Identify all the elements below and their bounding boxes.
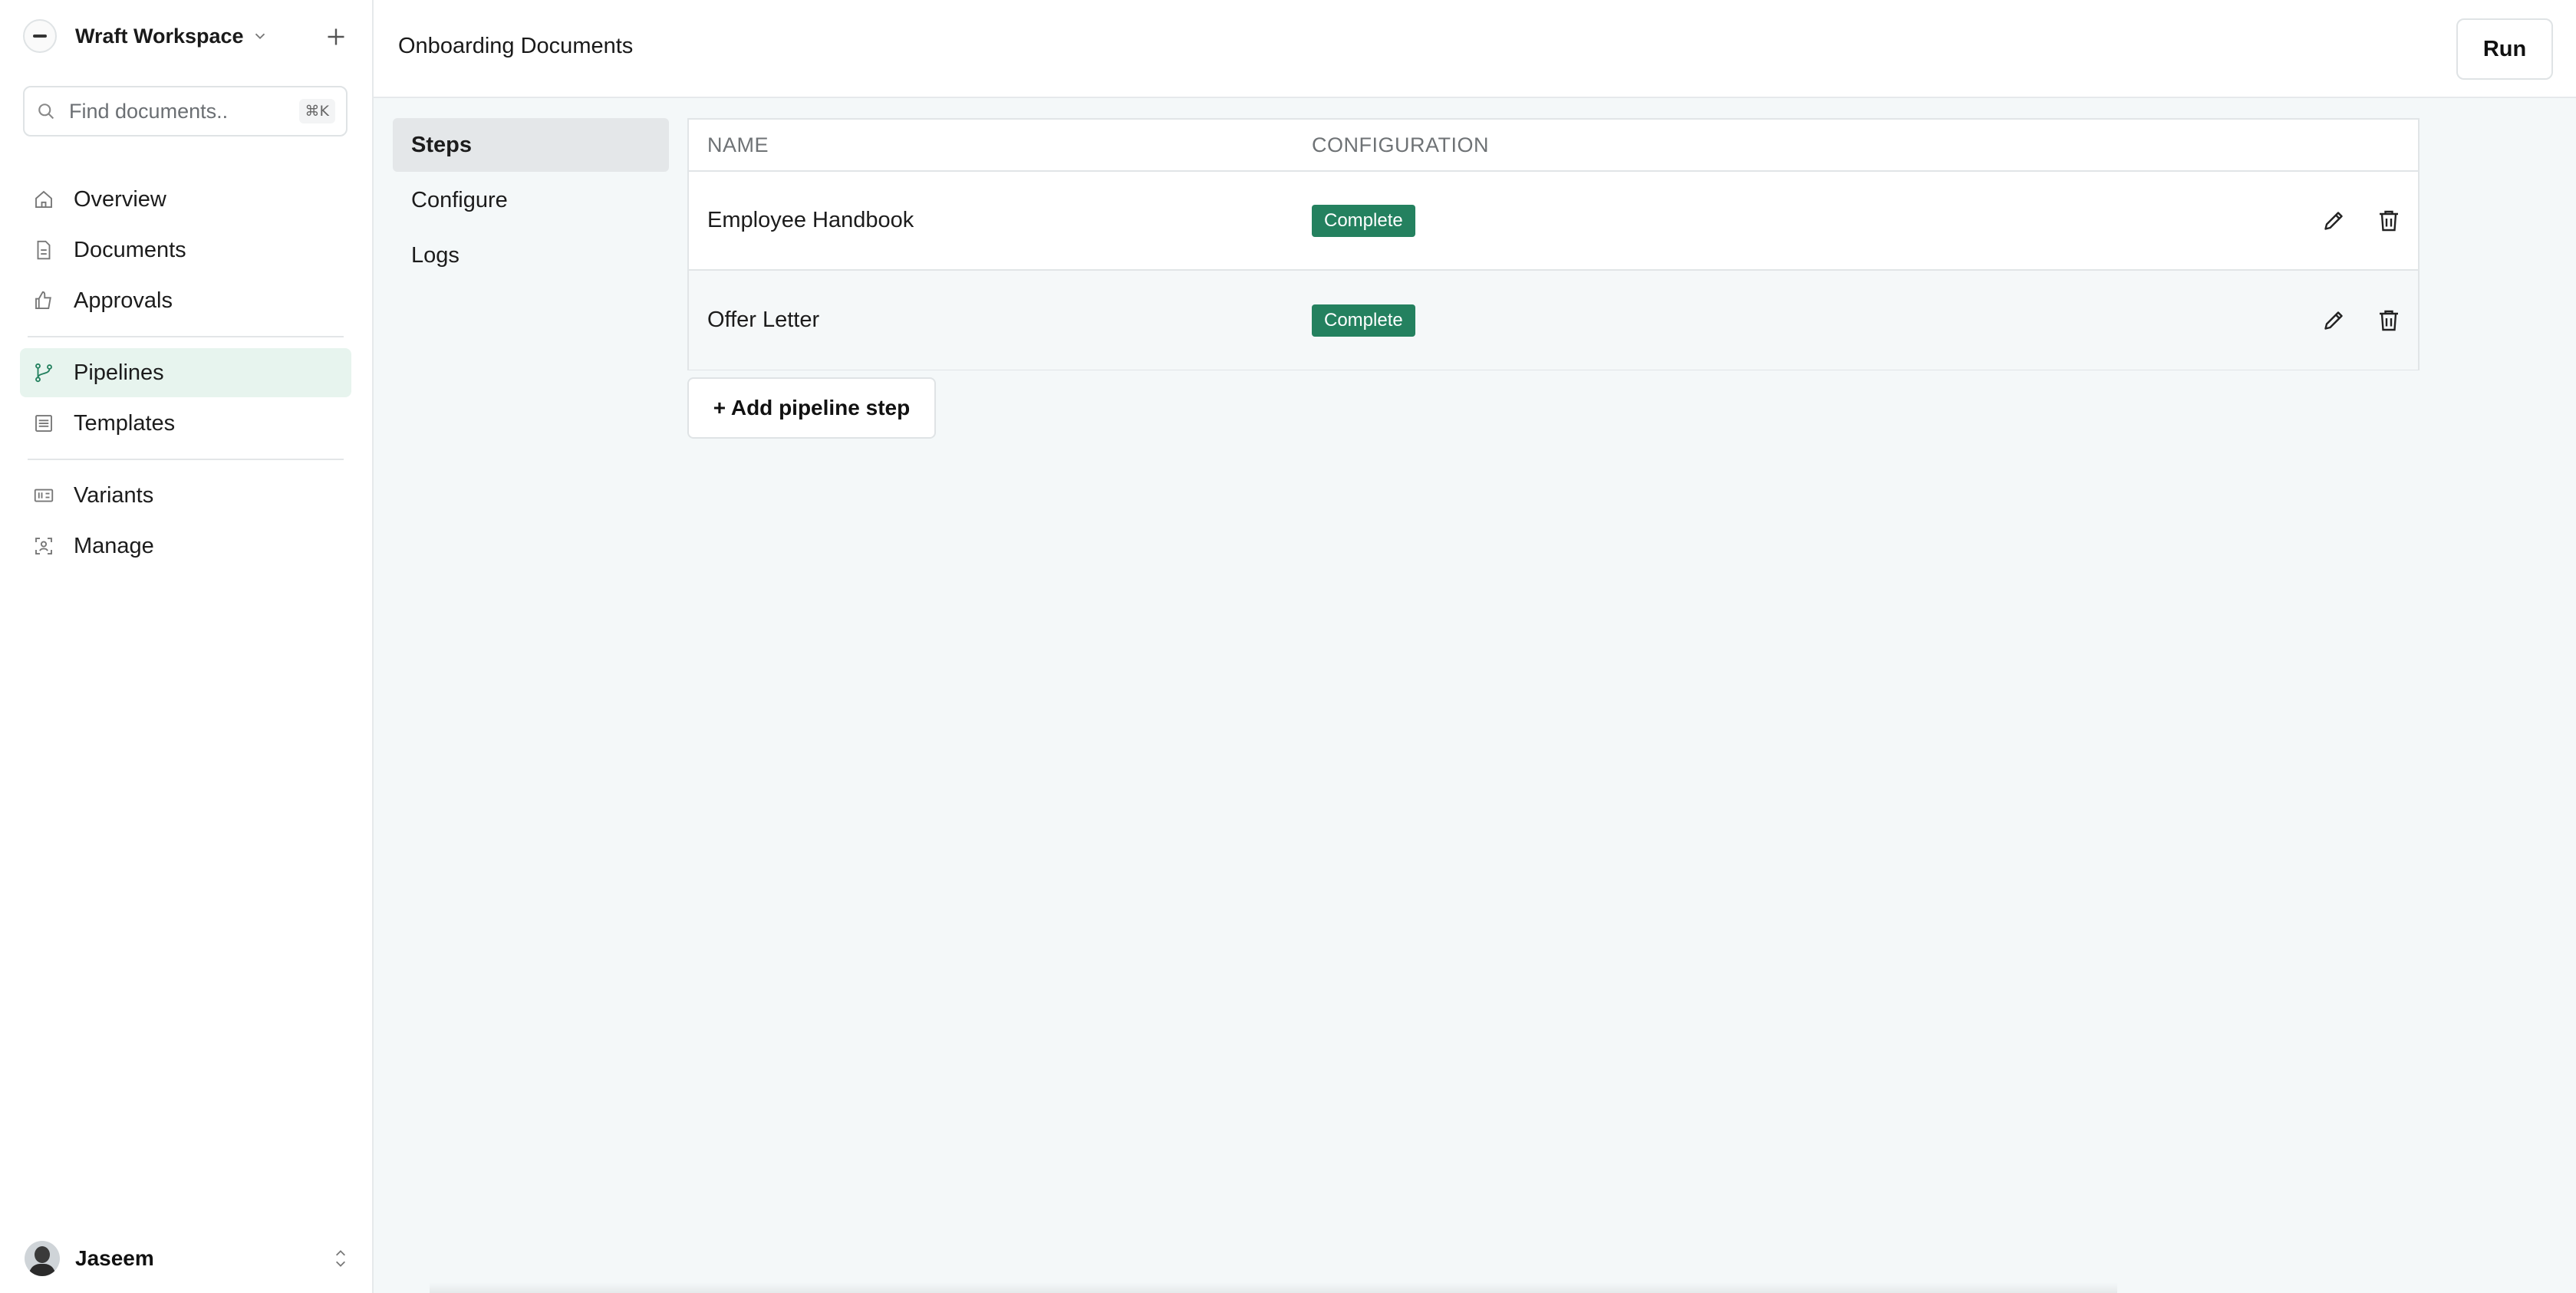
page-title: Onboarding Documents — [398, 34, 634, 58]
run-button[interactable]: Run — [2456, 18, 2553, 80]
manage-icon — [35, 538, 52, 554]
status-badge: Complete — [1312, 304, 1415, 337]
table-row: Employee Handbook Complete — [689, 172, 2418, 271]
plus-icon[interactable] — [322, 23, 350, 51]
workspace-switcher[interactable]: Wraft Workspace — [23, 18, 268, 54]
pencil-icon[interactable] — [2320, 207, 2347, 235]
sidebar-item-manage[interactable]: Manage — [20, 521, 351, 571]
sidebar-item-pipelines[interactable]: Pipelines — [20, 348, 351, 397]
workspace-logo — [23, 19, 57, 53]
search-shortcut: ⌘K — [298, 99, 335, 123]
step-name: Offer Letter — [707, 308, 820, 332]
column-header-name: NAME — [707, 133, 769, 156]
chevron-down-icon — [255, 33, 265, 40]
row-actions — [2320, 172, 2403, 269]
home-icon — [35, 190, 52, 208]
sidebar-item-label: Documents — [74, 237, 186, 262]
sidebar-item-approvals[interactable]: Approvals — [20, 276, 351, 325]
pencil-icon[interactable] — [2320, 307, 2347, 334]
pipeline-steps-table: NAME CONFIGURATION Employee Handbook Com… — [687, 118, 2420, 370]
sidebar-item-variants[interactable]: Variants — [20, 471, 351, 520]
user-name: Jaseem — [75, 1246, 154, 1270]
sidebar-nav: Overview Documents Approvals Pipelines T… — [20, 175, 351, 572]
template-icon — [35, 415, 52, 432]
sidebar-item-label: Manage — [74, 533, 154, 558]
tab-steps[interactable]: Steps — [393, 118, 669, 172]
avatar — [25, 1241, 60, 1276]
status-badge: Complete — [1312, 204, 1415, 237]
divider — [28, 459, 344, 460]
tab-logs[interactable]: Logs — [393, 229, 669, 282]
trash-icon[interactable] — [2375, 207, 2403, 235]
workspace-name: Wraft Workspace — [75, 24, 244, 48]
search-input[interactable] — [68, 98, 278, 124]
search-box[interactable]: ⌘K — [23, 86, 348, 137]
add-pipeline-step-button[interactable]: + Add pipeline step — [687, 377, 936, 439]
sidebar-item-label: Approvals — [74, 288, 173, 313]
git-branch-icon — [35, 363, 52, 383]
tab-configure[interactable]: Configure — [393, 173, 669, 227]
sidebar-item-label: Templates — [74, 410, 176, 436]
search-icon — [38, 104, 54, 120]
chevron-up-down-icon — [336, 1250, 345, 1267]
sidebar-item-label: Overview — [74, 186, 166, 212]
sidebar-item-templates[interactable]: Templates — [20, 399, 351, 448]
thumbs-up-icon — [35, 291, 51, 309]
divider — [28, 336, 344, 337]
row-actions — [2320, 271, 2403, 370]
pipeline-subnav: Steps Configure Logs — [393, 118, 669, 284]
column-header-configuration: CONFIGURATION — [1312, 133, 1489, 156]
sidebar-item-overview[interactable]: Overview — [20, 175, 351, 224]
variant-icon — [34, 489, 54, 502]
bottom-shadow — [430, 1282, 2117, 1293]
table-header: NAME CONFIGURATION — [689, 120, 2418, 172]
sidebar-item-label: Variants — [74, 482, 154, 508]
sidebar: Wraft Workspace ⌘K Overview Documents Ap… — [0, 0, 374, 1293]
top-bar: Onboarding Documents Run — [374, 0, 2576, 98]
document-icon — [37, 240, 51, 260]
trash-icon[interactable] — [2375, 307, 2403, 334]
user-menu[interactable]: Jaseem — [25, 1239, 351, 1278]
table-row: Offer Letter Complete — [689, 271, 2418, 370]
sidebar-item-label: Pipelines — [74, 360, 164, 385]
sidebar-item-documents[interactable]: Documents — [20, 225, 351, 275]
step-name: Employee Handbook — [707, 208, 914, 232]
